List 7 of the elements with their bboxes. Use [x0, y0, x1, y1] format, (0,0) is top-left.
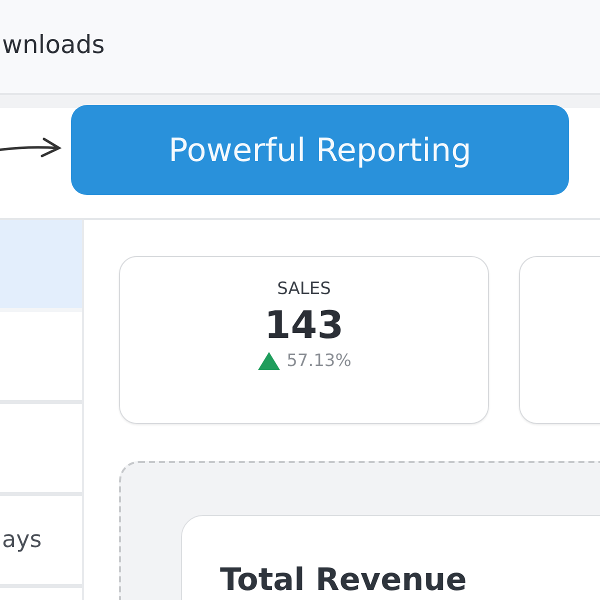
stat-value: 143 — [264, 303, 344, 347]
downloads-label[interactable]: wnloads — [2, 30, 105, 64]
sidebar-item[interactable] — [0, 220, 82, 312]
up-triangle-icon — [256, 351, 281, 371]
stat-title: SALES — [277, 279, 331, 299]
revenue-title: Total Revenue — [220, 562, 467, 598]
stat-change: 57.13% — [286, 351, 352, 371]
